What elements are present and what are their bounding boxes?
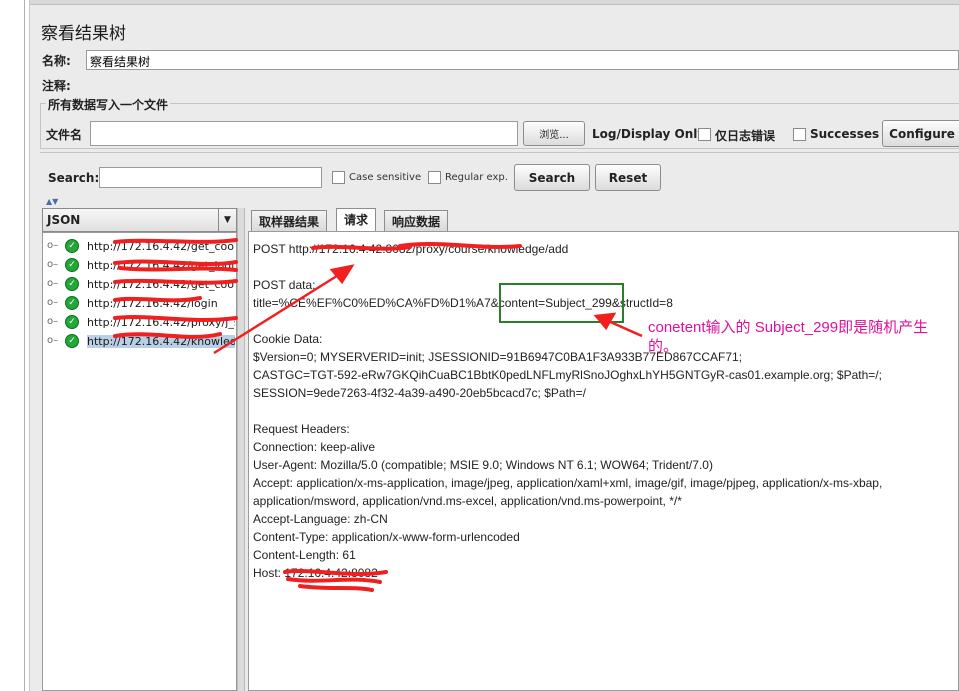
page-title: 察看结果树 [41, 24, 126, 44]
chevron-down-icon[interactable]: ▼ [218, 209, 236, 231]
regex-label: Regular exp. [445, 172, 508, 183]
errors-only-label: 仅日志错误 [715, 129, 776, 143]
header-line: User-Agent: Mozilla/5.0 (compatible; MSI… [253, 458, 713, 472]
header-line: Content-Type: application/x-www-form-url… [253, 530, 520, 544]
gutter-divider [24, 0, 25, 691]
name-label: 名称: [42, 54, 71, 68]
success-shield-icon: ✓ [65, 334, 79, 348]
success-shield-icon: ✓ [65, 277, 79, 291]
search-label: Search: [48, 171, 100, 185]
tree-handle-icon[interactable]: o– [47, 278, 58, 289]
comment-field[interactable] [86, 75, 959, 95]
configure-button[interactable]: Configure [882, 120, 959, 147]
regex-checkbox[interactable] [428, 171, 441, 184]
file-group-title: 所有数据写入一个文件 [46, 96, 171, 113]
search-button[interactable]: Search [514, 164, 590, 191]
header-line: Host: 172.16.4.42:8082 [253, 566, 378, 580]
filename-input[interactable] [90, 121, 518, 146]
header-line: Connection: keep-alive [253, 440, 376, 454]
tree-item[interactable]: o– ✓ http://172.16.4.42/get_login [43, 256, 236, 275]
search-input[interactable] [99, 167, 322, 188]
tree-handle-icon[interactable]: o– [47, 240, 58, 251]
renderer-select-value: JSON [47, 213, 81, 227]
case-sensitive-label: Case sensitive [349, 172, 422, 183]
successes-label: Successes [810, 127, 880, 141]
comment-label: 注释: [42, 79, 71, 93]
tree-handle-icon[interactable]: o– [47, 297, 58, 308]
highlight-box [499, 283, 624, 323]
tree-item[interactable]: o– ✓ http://172.16.4.42/get_cook [43, 237, 236, 256]
annotation-note: conetent输入的 Subject_299即是随机产生的。 [648, 319, 929, 355]
successes-checkbox[interactable] [793, 128, 806, 141]
header-line: application/msword, application/vnd.ms-e… [253, 494, 682, 508]
name-field[interactable]: 察看结果树 [86, 50, 959, 70]
tree-item[interactable]: o– ✓ http://172.16.4.42/proxy/j_sp [43, 313, 236, 332]
tab-request[interactable]: 请求 [336, 208, 377, 231]
browse-button[interactable]: 浏览... [523, 121, 585, 146]
header-line: Content-Length: 61 [253, 548, 356, 562]
post-data-heading: POST data: [253, 278, 316, 292]
sample-tree[interactable]: o– ✓ http://172.16.4.42/get_cook o– ✓ ht… [42, 232, 237, 691]
request-line: POST http://172.16.4.42:8082/proxy/cours… [253, 242, 569, 256]
success-shield-icon: ✓ [65, 258, 79, 272]
tree-item-url: http://172.16.4.42/get_login [87, 259, 235, 272]
left-gutter [0, 0, 30, 691]
tree-item-url: http://172.16.4.42/get_cook [87, 240, 235, 253]
tree-item-url: http://172.16.4.42/knowledg [87, 335, 235, 348]
filename-label: 文件名 [46, 128, 83, 142]
tree-handle-icon[interactable]: o– [47, 259, 58, 270]
tree-item-url: http://172.16.4.42/login [87, 297, 218, 310]
tree-item-selected[interactable]: o– ✓ http://172.16.4.42/knowledg [43, 332, 236, 351]
tree-item[interactable]: o– ✓ http://172.16.4.42/get_cook [43, 275, 236, 294]
log-display-label: Log/Display Only: [592, 127, 710, 141]
tree-handle-icon[interactable]: o– [47, 316, 58, 327]
header-line: Accept-Language: zh-CN [253, 512, 388, 526]
tab-sampler-result[interactable]: 取样器结果 [251, 210, 328, 231]
errors-only-checkbox[interactable] [698, 128, 711, 141]
tree-item[interactable]: o– ✓ http://172.16.4.42/login [43, 294, 236, 313]
cookie-line: SESSION=9ede7263-4f32-4a39-a490-20eb5bca… [253, 386, 586, 400]
cookie-data-heading: Cookie Data: [253, 332, 323, 346]
tab-response-data[interactable]: 响应数据 [384, 210, 449, 231]
tree-item-url: http://172.16.4.42/get_cook [87, 278, 235, 291]
success-shield-icon: ✓ [65, 296, 79, 310]
cookie-line: CASTGC=TGT-592-eRw7GKQihCuaBC1BbtK0pedLN… [253, 368, 882, 382]
split-pane-divider[interactable] [237, 208, 245, 691]
reset-button[interactable]: Reset [595, 164, 661, 191]
collapse-arrows-icon[interactable]: ▲▼ [46, 197, 58, 206]
success-shield-icon: ✓ [65, 239, 79, 253]
tree-item-url: http://172.16.4.42/proxy/j_sp [87, 316, 235, 329]
case-sensitive-checkbox[interactable] [332, 171, 345, 184]
renderer-select[interactable]: JSON ▼ [42, 208, 237, 232]
success-shield-icon: ✓ [65, 315, 79, 329]
header-line: Accept: application/x-ms-application, im… [253, 476, 883, 490]
request-headers-heading: Request Headers: [253, 422, 350, 436]
tree-handle-icon[interactable]: o– [47, 335, 58, 346]
